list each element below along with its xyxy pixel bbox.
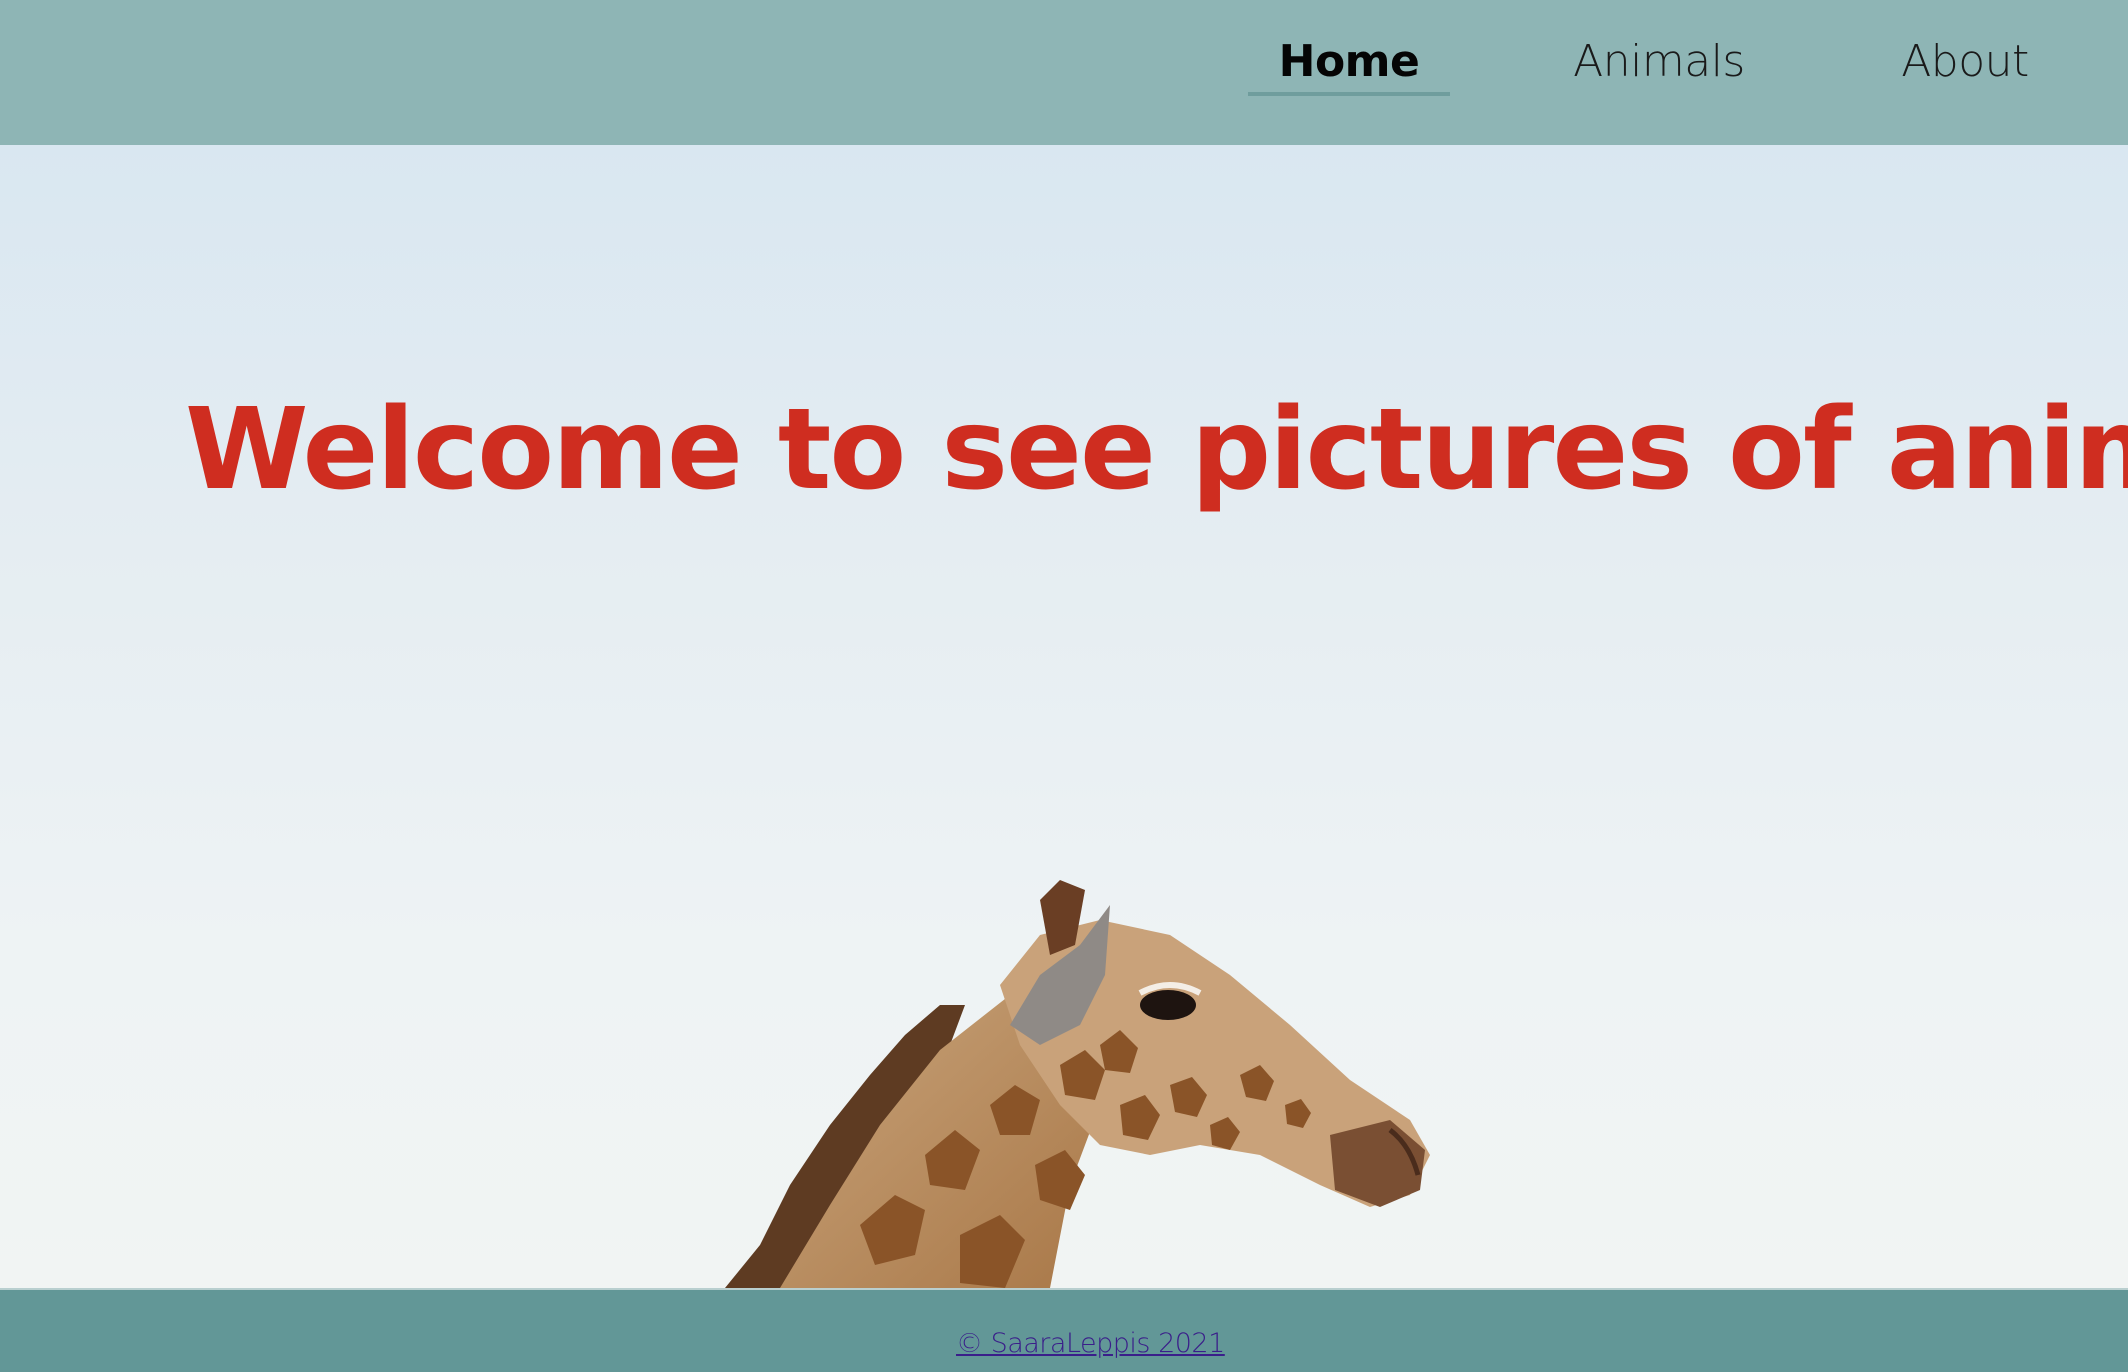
nav-link-about[interactable]: About [1880, 0, 2050, 92]
giraffe-image [725, 880, 1430, 1288]
nav-link-home[interactable]: Home [1248, 0, 1450, 96]
page: Home Animals About Welcome to see pictur… [0, 0, 2128, 1372]
nav-link-animals[interactable]: Animals [1556, 0, 1762, 92]
hero-section: Welcome to see pictures of animals [0, 145, 2128, 1288]
footer-copyright-link[interactable]: © SaaraLeppis 2021 [956, 1328, 1225, 1359]
header-bar: Home Animals About [0, 0, 2128, 145]
page-title: Welcome to see pictures of animals [185, 385, 2128, 515]
footer: © SaaraLeppis 2021 [0, 1288, 2128, 1372]
